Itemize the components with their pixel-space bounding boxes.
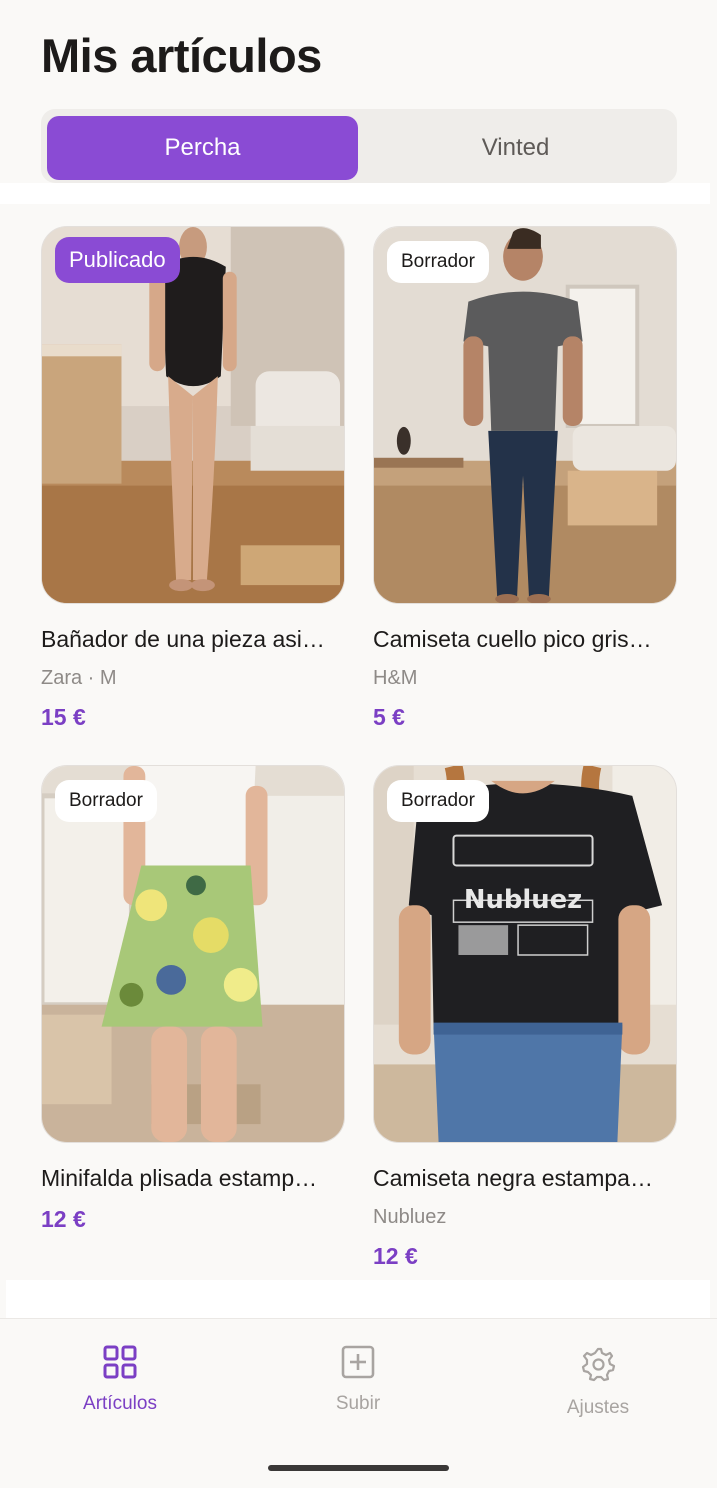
nav-item-subir[interactable]: Subir: [278, 1345, 438, 1415]
graphic-tee-photo-image: Nubluez: [374, 766, 676, 1142]
item-photo[interactable]: Borrador: [41, 765, 345, 1143]
bottom-navigation: Artículos Subir Ajustes: [0, 1318, 717, 1488]
item-card[interactable]: Borrador Camiseta cuello pico gris… H&M …: [373, 226, 677, 731]
skirt-photo-image: [42, 766, 344, 1142]
home-indicator[interactable]: [268, 1465, 449, 1471]
nav-label: Subir: [335, 1393, 381, 1414]
page-title: Mis artículos: [41, 29, 322, 82]
status-badge: Borrador: [387, 241, 489, 283]
tshirt-photo-image: [374, 227, 676, 603]
tab-percha[interactable]: Percha: [47, 116, 358, 180]
header-divider: [0, 183, 710, 204]
item-price: 12 €: [373, 1243, 418, 1269]
item-card[interactable]: Nubluez Borrador Camiseta negra estampa……: [373, 765, 677, 1270]
item-photo[interactable]: Nubluez Borrador: [373, 765, 677, 1143]
item-price: 12 €: [41, 1206, 86, 1232]
source-tab-switcher: Percha Vinted: [41, 109, 677, 183]
tab-vinted[interactable]: Vinted: [360, 116, 671, 180]
grid-icon: [103, 1345, 137, 1379]
item-brand-size: Zara · M: [41, 667, 117, 689]
nav-item-ajustes[interactable]: Ajustes: [518, 1345, 678, 1419]
item-title: Camiseta cuello pico gris…: [373, 626, 652, 652]
item-photo[interactable]: Publicado: [41, 226, 345, 604]
add-square-icon: [341, 1345, 375, 1379]
item-card[interactable]: Borrador Minifalda plisada estamp… 12 €: [41, 765, 345, 1233]
item-title: Camiseta negra estampa…: [373, 1165, 653, 1191]
status-badge: Publicado: [55, 237, 180, 283]
swimsuit-photo-image: [42, 227, 344, 603]
nav-label: Artículos: [83, 1393, 157, 1414]
item-title: Minifalda plisada estamp…: [41, 1165, 318, 1191]
item-brand: Nubluez: [373, 1206, 447, 1228]
item-price: 5 €: [373, 704, 405, 730]
svg-text:Nubluez: Nubluez: [464, 885, 582, 915]
item-title: Bañador de una pieza asi…: [41, 626, 325, 652]
nav-item-articulos[interactable]: Artículos: [40, 1345, 200, 1415]
nav-label: Ajustes: [566, 1397, 630, 1418]
gear-icon: [581, 1347, 616, 1382]
item-price: 15 €: [41, 704, 86, 730]
item-brand: H&M: [373, 667, 418, 689]
item-photo[interactable]: Borrador: [373, 226, 677, 604]
status-badge: Borrador: [387, 780, 489, 822]
status-badge: Borrador: [55, 780, 157, 822]
content-bottom-divider: [6, 1280, 710, 1318]
item-card[interactable]: Publicado Bañador de una pieza asi… Zara…: [41, 226, 345, 731]
